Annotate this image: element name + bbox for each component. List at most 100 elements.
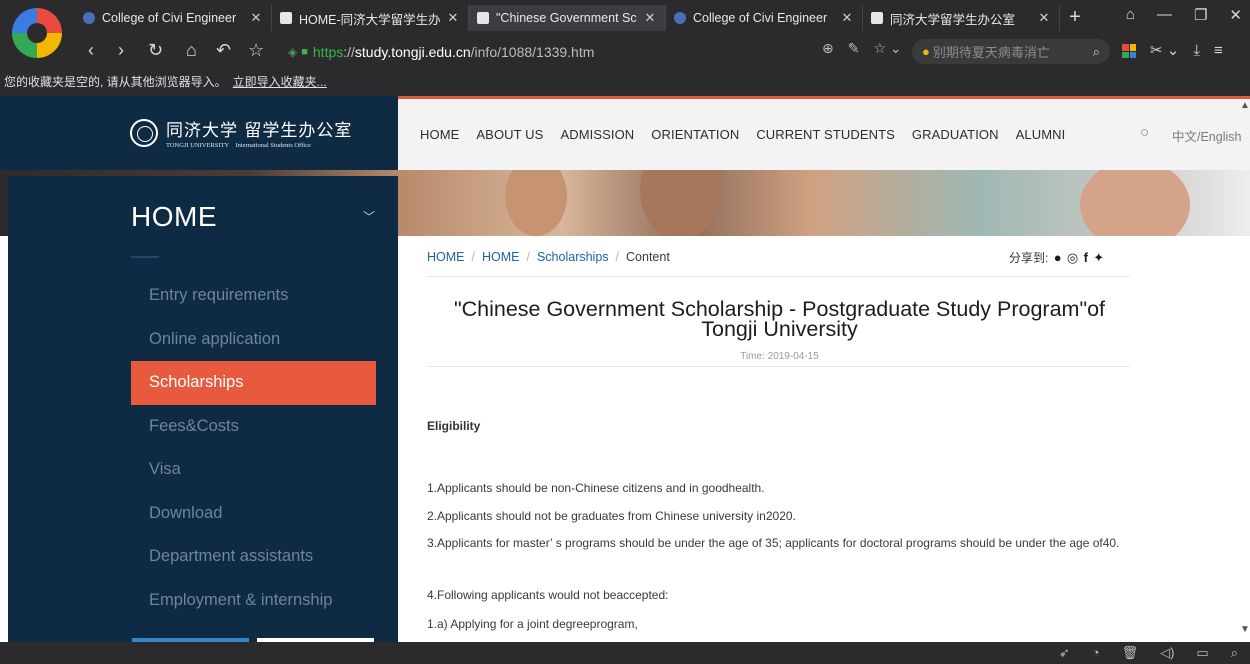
title-divider xyxy=(427,366,1130,367)
close-window-icon[interactable]: ✕ xyxy=(1229,6,1242,24)
search-box[interactable]: ● 别期待夏天病毒消亡 ⌕ xyxy=(912,39,1110,64)
globe-icon xyxy=(83,12,95,24)
download-icon[interactable]: ⤓ xyxy=(1193,39,1200,63)
tab-college-of-civil-engineering-2[interactable]: College of Civi Engineer ✕ xyxy=(666,5,863,31)
apps-icon[interactable] xyxy=(1122,44,1136,58)
star-icon[interactable]: ☆ xyxy=(248,38,264,62)
nav-alumni[interactable]: ALUMNI xyxy=(1016,127,1066,142)
breadcrumb-separator: / xyxy=(615,250,620,264)
nav-about-us[interactable]: ABOUT US xyxy=(476,127,543,142)
sidebar-item-visa[interactable]: Visa xyxy=(131,448,376,492)
bookmarks-empty-text: 您的收藏夹是空的, 请从其他浏览器导入。 xyxy=(4,75,227,89)
nav-home[interactable]: HOME xyxy=(420,127,459,142)
tab-title: 同济大学留学生办公室 xyxy=(890,12,1016,27)
home-icon[interactable]: ⌂ xyxy=(186,38,197,62)
article-title: "Chinese Government Scholarship - Postgr… xyxy=(453,297,1106,341)
url-host: study.tongji.edu.cn xyxy=(354,43,471,60)
sidebar-item-employment-internship[interactable]: Employment & internship xyxy=(131,579,376,623)
weibo-icon[interactable]: ◎ xyxy=(1067,250,1078,265)
url-separator: :// xyxy=(343,43,355,60)
sidebar-item-online-application[interactable]: Online application xyxy=(131,318,376,362)
favorite-icon[interactable]: ☆ ⌄ xyxy=(873,36,901,61)
scroll-up-icon[interactable]: ▲ xyxy=(1240,100,1250,111)
undo-icon[interactable]: ↶ xyxy=(216,38,231,62)
lock-icon: ■ xyxy=(301,45,308,58)
close-icon[interactable]: ✕ xyxy=(643,10,657,26)
breadcrumb-separator: / xyxy=(526,250,530,264)
facebook-icon[interactable]: f xyxy=(1084,250,1088,265)
tab-title: College of Civi Engineer xyxy=(102,11,237,25)
brand-english-left: TONGJI UNIVERSITY xyxy=(166,142,230,149)
site-logo[interactable]: 同济大学 留学生办公室 TONGJI UNIVERSITY Internatio… xyxy=(130,116,360,149)
nav-current-students[interactable]: CURRENT STUDENTS xyxy=(756,127,895,142)
bookmarks-bar: 您的收藏夹是空的, 请从其他浏览器导入。 立即导入收藏夹... xyxy=(0,70,1250,96)
article-paragraph-1: 1.Applicants should be non-Chinese citiz… xyxy=(427,481,765,495)
close-icon[interactable]: ✕ xyxy=(249,10,263,26)
nav-admission[interactable]: ADMISSION xyxy=(560,127,634,142)
close-icon[interactable]: ✕ xyxy=(840,10,854,26)
sidebar-item-fees-costs[interactable]: Fees&Costs xyxy=(131,405,376,449)
timer-icon[interactable]: ◔ xyxy=(1092,644,1100,662)
site-search-icon[interactable]: ○ xyxy=(1140,124,1149,141)
menu-icon[interactable]: ≡ xyxy=(1214,39,1223,63)
wechat-icon[interactable]: ● xyxy=(1054,250,1062,265)
breadcrumb-divider xyxy=(427,276,1130,277)
sidebar: HOME ﹀ Entry requirements Online applica… xyxy=(8,176,398,642)
volume-icon[interactable]: ◁) xyxy=(1160,644,1174,662)
scissors-icon[interactable]: ✂ ⌄ xyxy=(1150,39,1179,63)
scroll-down-icon[interactable]: ▼ xyxy=(1240,624,1250,635)
web-page: 同济大学 留学生办公室 TONGJI UNIVERSITY Internatio… xyxy=(0,96,1250,642)
search-engine-icon: ● xyxy=(922,44,930,59)
toolbar-right: ✂ ⌄ ⤓ ≡ xyxy=(1122,39,1223,63)
tab-chinese-government-scholarship[interactable]: "Chinese Government Sc ✕ xyxy=(469,5,666,31)
minimize-icon[interactable]: — xyxy=(1157,6,1172,24)
pen-icon[interactable]: ✎ xyxy=(848,36,860,61)
zoom-search-icon[interactable]: ⌕ xyxy=(1231,644,1238,662)
chevron-down-icon[interactable]: ﹀ xyxy=(363,208,375,225)
zoom-icon[interactable]: ⊕ xyxy=(822,36,834,61)
brand-text: 同济大学 留学生办公室 TONGJI UNIVERSITY Internatio… xyxy=(166,116,352,149)
article-paragraph-3: 3.Applicants for master’ s programs shou… xyxy=(427,536,1120,550)
twitter-icon[interactable]: ✦ xyxy=(1093,250,1104,265)
rocket-icon[interactable]: ➶ xyxy=(1059,644,1070,662)
sidebar-item-download[interactable]: Download xyxy=(131,492,376,536)
search-icon[interactable]: ⌕ xyxy=(1093,44,1100,60)
window-icon[interactable]: ▭ xyxy=(1196,644,1208,662)
article-paragraph-2: 2.Applicants should not be graduates fro… xyxy=(427,509,796,523)
sidebar-item-entry-requirements[interactable]: Entry requirements xyxy=(131,274,376,318)
article-paragraph-4: 4.Following applicants would not beaccep… xyxy=(427,588,669,602)
tab-title: College of Civi Engineer xyxy=(693,11,828,25)
document-icon xyxy=(477,12,489,24)
breadcrumb-home-2[interactable]: HOME xyxy=(482,250,520,264)
tab-home-tongji[interactable]: HOME-同济大学留学生办 ✕ xyxy=(272,5,469,31)
trash-icon[interactable]: 🗑 xyxy=(1122,644,1139,662)
address-tools: ⊕ ✎ ☆ ⌄ xyxy=(822,36,902,61)
breadcrumb-home[interactable]: HOME xyxy=(427,250,465,264)
skin-icon[interactable]: ⌂ xyxy=(1126,6,1135,24)
address-bar[interactable]: ◈ ■ https://study.tongji.edu.cn/info/108… xyxy=(282,39,894,64)
import-bookmarks-link[interactable]: 立即导入收藏夹... xyxy=(233,75,327,89)
back-icon[interactable]: ‹ xyxy=(88,38,94,62)
tab-tongji-international-office[interactable]: 同济大学留学生办公室 ✕ xyxy=(863,5,1060,31)
browser-status-bar: ➶ ◔ 🗑 ◁) ▭ ⌕ xyxy=(0,642,1250,664)
reload-icon[interactable]: ↻ xyxy=(148,38,163,62)
shield-icon: ◈ xyxy=(288,44,298,59)
language-switch[interactable]: 中文/English xyxy=(1172,126,1241,145)
breadcrumb-scholarships[interactable]: Scholarships xyxy=(537,250,609,264)
tab-college-of-civil-engineering-1[interactable]: College of Civi Engineer ✕ xyxy=(75,5,272,31)
close-icon[interactable]: ✕ xyxy=(1037,10,1051,26)
section-heading: Eligibility xyxy=(427,419,481,433)
sidebar-item-department-assistants[interactable]: Department assistants xyxy=(131,535,376,579)
close-icon[interactable]: ✕ xyxy=(446,10,460,26)
globe-icon xyxy=(674,12,686,24)
restore-icon[interactable]: ❐ xyxy=(1194,6,1207,24)
breadcrumb-separator: / xyxy=(471,250,475,264)
breadcrumb-content: Content xyxy=(626,250,670,264)
url-protocol: https xyxy=(312,43,344,60)
nav-orientation[interactable]: ORIENTATION xyxy=(651,127,739,142)
site-logo-area: 同济大学 留学生办公室 TONGJI UNIVERSITY Internatio… xyxy=(0,96,398,170)
forward-icon[interactable]: › xyxy=(118,38,124,62)
nav-graduation[interactable]: GRADUATION xyxy=(912,127,999,142)
new-tab-button[interactable]: + xyxy=(1060,5,1090,31)
sidebar-item-scholarships[interactable]: Scholarships xyxy=(131,361,376,405)
